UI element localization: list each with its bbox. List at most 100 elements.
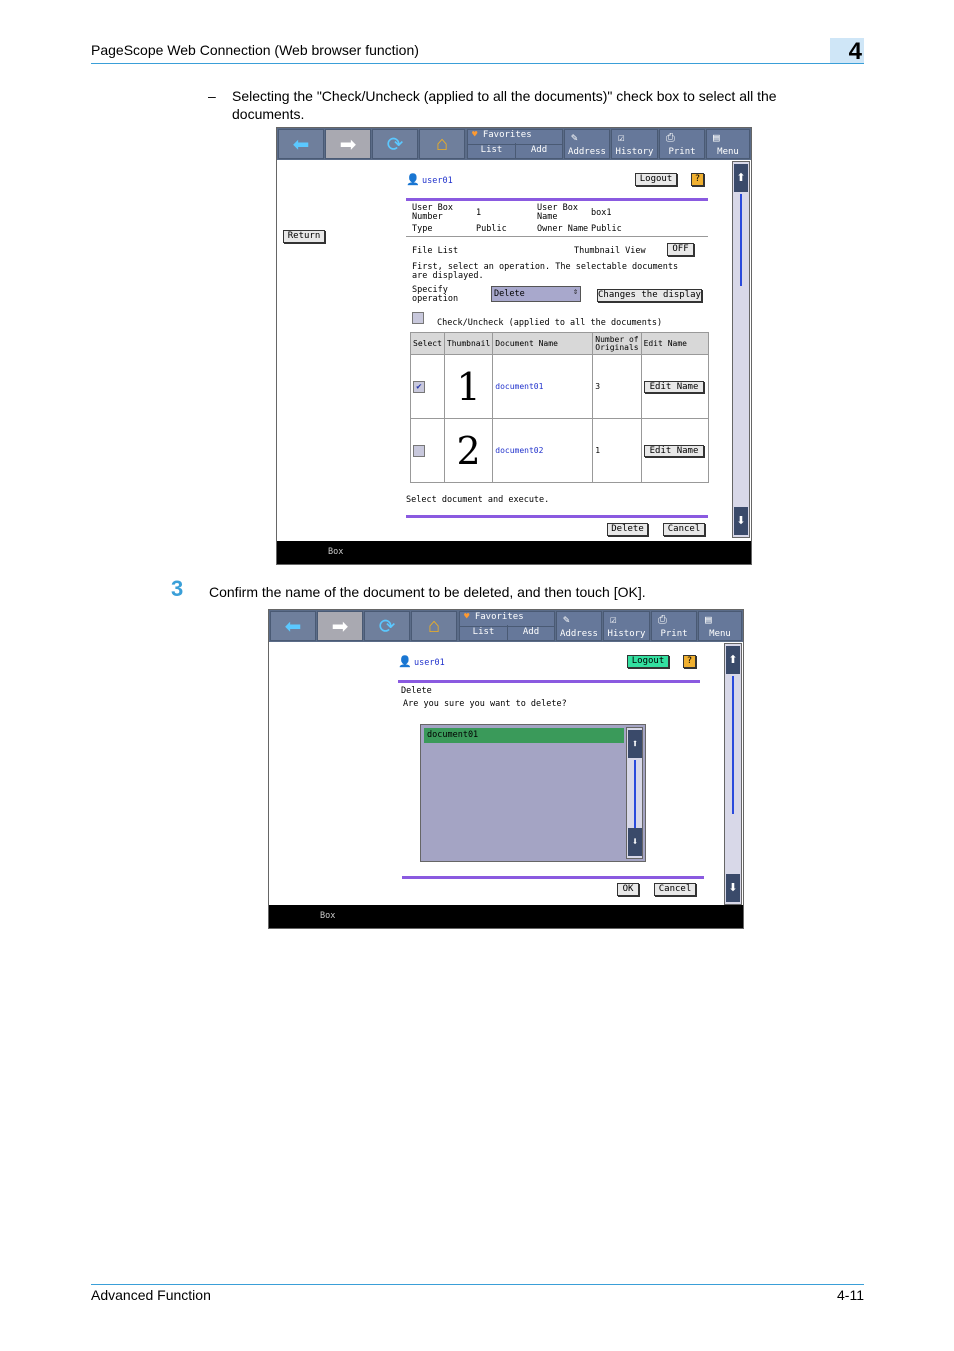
page-number: 4-11 bbox=[837, 1287, 864, 1303]
col-number-of-originals: Number of Originals bbox=[592, 332, 642, 355]
cancel-button[interactable]: Cancel bbox=[663, 523, 705, 536]
file-list-label: File List bbox=[412, 246, 459, 256]
history-icon: ☑ bbox=[618, 131, 625, 144]
favorites-list-button[interactable]: List bbox=[460, 625, 508, 640]
favorites-group: ♥ Favorites List Add bbox=[467, 129, 563, 159]
browser-toolbar: ⬅ ➡ ⟳ ⌂ ♥ Favorites List Add ✎ Address ☑ H… bbox=[269, 610, 743, 642]
col-select: Select bbox=[410, 332, 445, 355]
changes-display-button[interactable]: Changes the display bbox=[597, 289, 702, 302]
scrollbar[interactable]: ⬆ ⬇ bbox=[724, 643, 742, 905]
scrollbar[interactable]: ⬆ ⬇ bbox=[732, 161, 750, 538]
list-scroll-up-icon[interactable]: ⬆ bbox=[628, 730, 642, 758]
separator bbox=[406, 198, 708, 201]
list-scroll-down-icon[interactable]: ⬇ bbox=[628, 828, 642, 856]
back-button[interactable]: ⬅ bbox=[270, 611, 316, 641]
cancel-button[interactable]: Cancel bbox=[654, 883, 696, 896]
ok-button[interactable]: OK bbox=[617, 883, 639, 896]
separator bbox=[406, 515, 708, 518]
print-button[interactable]: ⎙ Print bbox=[651, 611, 697, 641]
owner-name-label: Owner Name bbox=[537, 224, 589, 234]
bullet-dash: – bbox=[208, 88, 216, 104]
scroll-up-icon[interactable]: ⬆ bbox=[734, 164, 748, 192]
bullet-text-line1: Selecting the "Check/Uncheck (applied to… bbox=[232, 88, 777, 104]
step-text: Confirm the name of the document to be d… bbox=[209, 584, 646, 600]
footer-section: Advanced Function bbox=[91, 1287, 211, 1303]
chapter-number: 4 bbox=[830, 38, 864, 65]
forward-arrow-icon: ➡ bbox=[339, 133, 357, 156]
delete-button[interactable]: Delete bbox=[607, 523, 648, 536]
menu-button[interactable]: ▤ Menu bbox=[706, 129, 750, 159]
scroll-up-icon[interactable]: ⬆ bbox=[726, 646, 740, 674]
footer-rule bbox=[91, 1284, 864, 1285]
header-rule bbox=[91, 63, 864, 64]
logout-button[interactable]: Logout bbox=[635, 173, 677, 186]
edit-name-button[interactable]: Edit Name bbox=[643, 380, 705, 393]
operation-select[interactable]: Delete ⇕ bbox=[491, 286, 581, 302]
favorites-add-button[interactable]: Add bbox=[508, 625, 554, 640]
delete-title: Delete bbox=[401, 686, 432, 696]
list-scrollbar[interactable]: ⬆ ⬇ bbox=[626, 727, 643, 859]
check-all-checkbox[interactable] bbox=[412, 312, 424, 324]
forward-button[interactable]: ➡ bbox=[325, 129, 371, 159]
operation-instruction: First, select an operation. The selectab… bbox=[412, 262, 679, 281]
back-arrow-icon: ⬅ bbox=[284, 615, 302, 638]
box-type-value: Public bbox=[476, 224, 507, 234]
row-checkbox-checked[interactable]: ✔ bbox=[413, 380, 425, 393]
row-checkbox[interactable] bbox=[413, 444, 425, 457]
logout-button[interactable]: Logout bbox=[627, 655, 669, 668]
status-text: Box bbox=[328, 547, 344, 557]
favorites-list-button[interactable]: List bbox=[468, 143, 516, 158]
favorites-label: Favorites bbox=[474, 612, 524, 622]
edit-name-button[interactable]: Edit Name bbox=[643, 444, 705, 457]
list-item[interactable]: document01 bbox=[424, 728, 624, 743]
address-icon: ✎ bbox=[571, 131, 578, 144]
home-button[interactable]: ⌂ bbox=[411, 611, 457, 641]
status-bar: Box bbox=[277, 541, 751, 564]
box-name-label: User Box Name bbox=[537, 203, 578, 222]
address-button[interactable]: ✎ Address bbox=[564, 129, 610, 159]
browser-toolbar: ⬅ ➡ ⟳ ⌂ ♥ Favorites List Add ✎ Address ☑ H… bbox=[277, 128, 751, 160]
favorites-heart-icon: ♥ bbox=[464, 612, 470, 622]
scroll-down-icon[interactable]: ⬇ bbox=[726, 874, 740, 902]
thumbnail-view-toggle[interactable]: OFF bbox=[667, 243, 694, 256]
menu-button[interactable]: ▤ Menu bbox=[698, 611, 742, 641]
document-table: Select Thumbnail Document Name Number of… bbox=[410, 332, 710, 483]
favorites-label: Favorites bbox=[482, 130, 532, 140]
back-button[interactable]: ⬅ bbox=[278, 129, 324, 159]
favorites-group: ♥ Favorites List Add bbox=[459, 611, 555, 641]
refresh-button[interactable]: ⟳ bbox=[364, 611, 410, 641]
refresh-button[interactable]: ⟳ bbox=[372, 129, 418, 159]
help-icon[interactable]: ? bbox=[683, 655, 696, 668]
home-button[interactable]: ⌂ bbox=[419, 129, 465, 159]
history-button[interactable]: ☑ History bbox=[603, 611, 650, 641]
help-icon[interactable]: ? bbox=[691, 173, 704, 186]
list-scroll-thumb[interactable] bbox=[634, 760, 636, 828]
print-button[interactable]: ⎙ Print bbox=[659, 129, 705, 159]
history-button[interactable]: ☑ History bbox=[611, 129, 658, 159]
home-icon: ⌂ bbox=[435, 132, 449, 155]
document-name-link[interactable]: document01 bbox=[492, 354, 594, 419]
document-name-link[interactable]: document02 bbox=[492, 418, 594, 483]
menu-icon: ▤ bbox=[713, 131, 720, 144]
address-button[interactable]: ✎ Address bbox=[556, 611, 602, 641]
page-header-title: PageScope Web Connection (Web browser fu… bbox=[91, 42, 419, 58]
check-all-label: Check/Uncheck (applied to all the docume… bbox=[437, 318, 663, 328]
box-type-label: Type bbox=[412, 224, 433, 234]
status-bar: Box bbox=[269, 905, 743, 928]
status-text: Box bbox=[320, 911, 336, 921]
scroll-thumb[interactable] bbox=[740, 194, 742, 286]
return-button[interactable]: Return bbox=[283, 230, 325, 243]
forward-button[interactable]: ➡ bbox=[317, 611, 363, 641]
scroll-thumb[interactable] bbox=[732, 676, 734, 814]
home-icon: ⌂ bbox=[427, 614, 441, 637]
col-document-name: Document Name bbox=[492, 332, 594, 355]
separator bbox=[398, 680, 700, 683]
user-name: user01 bbox=[422, 176, 453, 186]
address-icon: ✎ bbox=[563, 613, 570, 626]
specify-operation-label: Specify operation bbox=[412, 285, 459, 304]
favorites-add-button[interactable]: Add bbox=[516, 143, 562, 158]
print-icon: ⎙ bbox=[658, 613, 667, 626]
scroll-down-icon[interactable]: ⬇ bbox=[734, 507, 748, 535]
user-icon: 👤 bbox=[398, 655, 412, 668]
select-execute-text: Select document and execute. bbox=[406, 495, 550, 505]
